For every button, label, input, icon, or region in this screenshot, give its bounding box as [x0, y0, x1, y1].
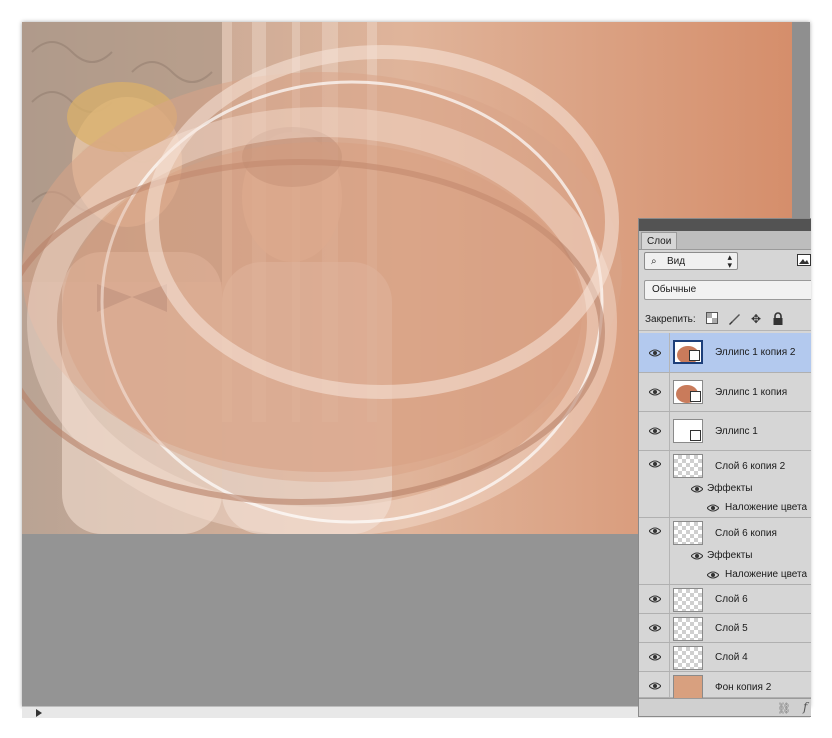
effect-eye-icon[interactable] — [707, 571, 719, 579]
layer-thumbnail — [673, 340, 703, 364]
layer-thumbnail — [673, 454, 703, 478]
effects-label[interactable]: Эффекты — [707, 550, 752, 561]
effects-eye-icon[interactable] — [691, 485, 703, 493]
layer-name[interactable]: Слой 6 копия — [715, 528, 777, 539]
lock-position-move-icon[interactable]: ✥ — [749, 312, 763, 326]
effects-label[interactable]: Эффекты — [707, 483, 752, 494]
search-icon: ⌕ — [651, 256, 657, 267]
layer-thumbnail — [673, 419, 703, 443]
lock-transparency-icon[interactable] — [705, 312, 719, 326]
updown-arrows-icon: ▴ ▾ — [727, 252, 732, 270]
eye-icon[interactable] — [649, 388, 661, 396]
layers-panel: Слои ⌕ Вид ▴ ▾ Обычные Закрепить: ✥ Элли… — [638, 218, 811, 717]
layer-row[interactable]: Фон копия 2 — [639, 672, 811, 699]
eye-icon[interactable] — [649, 595, 661, 603]
vector-mask-icon — [689, 350, 700, 361]
layer-name[interactable]: Слой 4 — [715, 652, 748, 663]
layer-thumbnail — [673, 521, 703, 545]
effect-eye-icon[interactable] — [707, 504, 719, 512]
layer-filter-select[interactable]: ⌕ Вид ▴ ▾ — [644, 252, 738, 270]
layer-row[interactable]: Эллипс 1 — [639, 412, 811, 451]
layer-row[interactable]: Слой 5 — [639, 614, 811, 643]
layer-name[interactable]: Слой 6 копия 2 — [715, 461, 785, 472]
layer-row[interactable]: Слой 6 копия Эффекты Наложение цвета — [639, 518, 811, 585]
panel-tab-bar: Слои — [639, 231, 811, 250]
layer-row[interactable]: Эллипс 1 копия 2 — [639, 333, 811, 373]
layer-name[interactable]: Эллипс 1 копия 2 — [715, 347, 795, 358]
effect-color-overlay[interactable]: Наложение цвета — [725, 502, 807, 513]
status-menu-arrow-icon[interactable] — [36, 709, 42, 717]
layer-row[interactable]: Эллипс 1 копия — [639, 373, 811, 412]
layer-row[interactable]: Слой 6 — [639, 585, 811, 614]
blend-mode-select[interactable]: Обычные — [644, 280, 811, 300]
eye-icon[interactable] — [649, 460, 661, 468]
panel-header-bar[interactable] — [639, 219, 811, 231]
link-layers-icon[interactable]: ⛓ — [777, 702, 791, 715]
eye-icon[interactable] — [649, 624, 661, 632]
panel-footer: ⛓ f — [639, 698, 811, 716]
layer-thumbnail — [673, 646, 703, 670]
layer-thumbnail — [673, 588, 703, 612]
layer-thumbnail — [673, 617, 703, 641]
layer-thumbnail — [673, 380, 703, 404]
image-filter-icon[interactable] — [797, 254, 811, 266]
lock-all-icon[interactable] — [771, 312, 785, 326]
lock-row: Закрепить: ✥ — [639, 308, 811, 331]
photoshop-window: Слои ⌕ Вид ▴ ▾ Обычные Закрепить: ✥ Элли… — [0, 0, 832, 738]
vector-mask-icon — [690, 391, 701, 402]
layer-filter-value: Вид — [667, 256, 686, 267]
layer-name[interactable]: Эллипс 1 копия — [715, 387, 787, 398]
layer-name[interactable]: Слой 5 — [715, 623, 748, 634]
layer-name[interactable]: Слой 6 — [715, 594, 748, 605]
add-layer-style-icon[interactable]: f — [803, 700, 807, 714]
vector-mask-icon — [690, 430, 701, 441]
eye-icon[interactable] — [649, 427, 661, 435]
eye-icon[interactable] — [649, 349, 661, 357]
lock-pixels-brush-icon[interactable] — [727, 312, 741, 326]
layer-row[interactable]: Слой 6 копия 2 Эффекты Наложение цвета — [639, 451, 811, 518]
layer-row[interactable]: Слой 4 — [639, 643, 811, 672]
effect-color-overlay[interactable]: Наложение цвета — [725, 569, 807, 580]
eye-icon[interactable] — [649, 653, 661, 661]
eye-icon[interactable] — [649, 527, 661, 535]
layer-thumbnail — [673, 675, 703, 699]
tab-layers[interactable]: Слои — [641, 232, 677, 249]
effects-eye-icon[interactable] — [691, 552, 703, 560]
eye-icon[interactable] — [649, 682, 661, 690]
lock-label: Закрепить: — [645, 314, 696, 325]
layer-name[interactable]: Фон копия 2 — [715, 682, 771, 693]
layer-name[interactable]: Эллипс 1 — [715, 426, 758, 437]
